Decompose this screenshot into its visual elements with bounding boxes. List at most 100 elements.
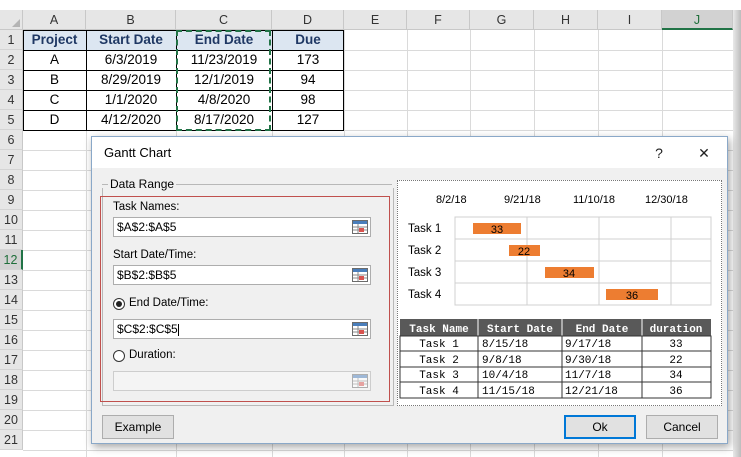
range-select-icon[interactable] <box>352 268 368 282</box>
gantt-preview-graphic: 8/2/18 9/21/18 11/10/18 12/30/18 Task 1 … <box>399 194 712 399</box>
row-header-13[interactable]: 13 <box>0 270 23 290</box>
preview-table-cell: 10/4/18 <box>482 370 528 382</box>
row-header-14[interactable]: 14 <box>0 290 23 310</box>
row-header-16[interactable]: 16 <box>0 330 23 350</box>
preview-table-cell: 34 <box>669 370 683 382</box>
row-header-19[interactable]: 19 <box>0 390 23 410</box>
table-cell[interactable]: 127 <box>272 110 344 130</box>
close-icon[interactable]: ✕ <box>693 142 715 164</box>
column-header-c[interactable]: C <box>176 10 272 30</box>
example-button[interactable]: Example <box>102 415 174 439</box>
column-header-j[interactable]: J <box>662 10 733 30</box>
column-header-d[interactable]: D <box>272 10 344 30</box>
table-cell[interactable]: D <box>23 110 86 130</box>
preview-table-cell: 9/8/18 <box>482 355 522 367</box>
preview-table-cell: Task 1 <box>419 339 459 351</box>
help-icon[interactable]: ? <box>648 142 670 164</box>
end-date-label[interactable]: End Date/Time: <box>129 297 208 309</box>
start-date-value: $B$2:$B$5 <box>117 268 177 282</box>
table-header-start-date[interactable]: Start Date <box>86 30 176 50</box>
start-date-field[interactable]: $B$2:$B$5 <box>113 265 371 285</box>
end-date-value: $C$2:$C$5 <box>117 322 178 336</box>
task-label: Task 4 <box>408 289 442 301</box>
row-header-10[interactable]: 10 <box>0 210 23 230</box>
row-header-21[interactable]: 21 <box>0 430 23 450</box>
duration-radio[interactable] <box>113 350 125 362</box>
table-cell[interactable]: A <box>23 50 86 70</box>
preview-table-header: duration <box>650 324 703 336</box>
example-preview: 8/2/18 9/21/18 11/10/18 12/30/18 Task 1 … <box>397 180 722 406</box>
preview-table-cell: 33 <box>669 339 682 351</box>
preview-table-cell: Task 4 <box>419 386 459 398</box>
date-tick: 11/10/18 <box>573 194 615 206</box>
table-cell[interactable]: 1/1/2020 <box>86 90 176 110</box>
table-cell[interactable]: C <box>23 90 86 110</box>
row-header-20[interactable]: 20 <box>0 410 23 430</box>
preview-table-cell: 11/7/18 <box>565 370 611 382</box>
task-label: Task 2 <box>408 245 441 257</box>
row-header-5[interactable]: 5 <box>0 110 23 130</box>
column-header-e[interactable]: E <box>344 10 407 30</box>
range-select-icon[interactable] <box>352 374 368 388</box>
preview-table-cell: 36 <box>669 386 682 398</box>
column-header-i[interactable]: I <box>598 10 662 30</box>
table-cell[interactable]: B <box>23 70 86 90</box>
start-date-label: Start Date/Time: <box>113 249 197 261</box>
task-names-value: $A$2:$A$5 <box>117 220 177 234</box>
task-names-label: Task Names: <box>113 201 180 213</box>
row-header-7[interactable]: 7 <box>0 150 23 170</box>
preview-table-cell: 8/15/18 <box>482 339 528 351</box>
preview-table-cell: 9/30/18 <box>565 355 611 367</box>
preview-table-header: Task Name <box>409 324 469 336</box>
row-header-11[interactable]: 11 <box>0 230 23 250</box>
column-header-f[interactable]: F <box>407 10 470 30</box>
column-header-a[interactable]: A <box>23 10 86 30</box>
table-header-project[interactable]: Project <box>23 30 86 50</box>
task-names-field[interactable]: $A$2:$A$5 <box>113 217 371 237</box>
row-header-6[interactable]: 6 <box>0 130 23 150</box>
preview-table-header: End Date <box>576 324 629 336</box>
preview-table-cell: Task 3 <box>419 370 459 382</box>
table-header-due[interactable]: Due <box>272 30 344 50</box>
column-header-g[interactable]: G <box>470 10 534 30</box>
date-tick: 9/21/18 <box>504 194 541 206</box>
preview-table-cell: 22 <box>669 355 682 367</box>
data-range-label: Data Range <box>108 177 177 191</box>
range-select-icon[interactable] <box>352 220 368 234</box>
cancel-button[interactable]: Cancel <box>646 415 718 439</box>
table-cell[interactable]: 173 <box>272 50 344 70</box>
row-header-3[interactable]: 3 <box>0 70 23 90</box>
select-all-corner[interactable] <box>0 10 23 30</box>
dialog-titlebar[interactable]: Gantt Chart ? ✕ <box>92 137 727 168</box>
table-cell[interactable]: 6/3/2019 <box>86 50 176 70</box>
table-cell[interactable]: 98 <box>272 90 344 110</box>
bar-label: 36 <box>626 290 638 302</box>
end-date-field[interactable]: $C$2:$C$5 <box>113 319 371 339</box>
table-cell[interactable]: 94 <box>272 70 344 90</box>
end-date-radio[interactable] <box>113 298 125 310</box>
column-header-b[interactable]: B <box>86 10 176 30</box>
row-header-4[interactable]: 4 <box>0 90 23 110</box>
duration-field[interactable] <box>113 371 371 391</box>
row-header-17[interactable]: 17 <box>0 350 23 370</box>
row-header-9[interactable]: 9 <box>0 190 23 210</box>
ok-button[interactable]: Ok <box>564 415 636 439</box>
bar-label: 33 <box>491 224 503 236</box>
text-cursor <box>177 323 179 336</box>
row-header-1[interactable]: 1 <box>0 30 23 50</box>
range-select-icon[interactable] <box>352 322 368 336</box>
row-header-2[interactable]: 2 <box>0 50 23 70</box>
duration-label[interactable]: Duration: <box>129 349 176 361</box>
row-header-18[interactable]: 18 <box>0 370 23 390</box>
preview-table-cell: Task 2 <box>419 355 459 367</box>
column-header-h[interactable]: H <box>534 10 598 30</box>
bar-label: 22 <box>518 246 530 258</box>
preview-table-cell: 9/17/18 <box>565 339 611 351</box>
table-cell[interactable]: 4/12/2020 <box>86 110 176 130</box>
table-cell[interactable]: 8/29/2019 <box>86 70 176 90</box>
dialog-title: Gantt Chart <box>104 145 172 160</box>
preview-table-header: Start Date <box>487 324 553 336</box>
row-header-8[interactable]: 8 <box>0 170 23 190</box>
row-header-15[interactable]: 15 <box>0 310 23 330</box>
row-header-12[interactable]: 12 <box>0 250 23 270</box>
